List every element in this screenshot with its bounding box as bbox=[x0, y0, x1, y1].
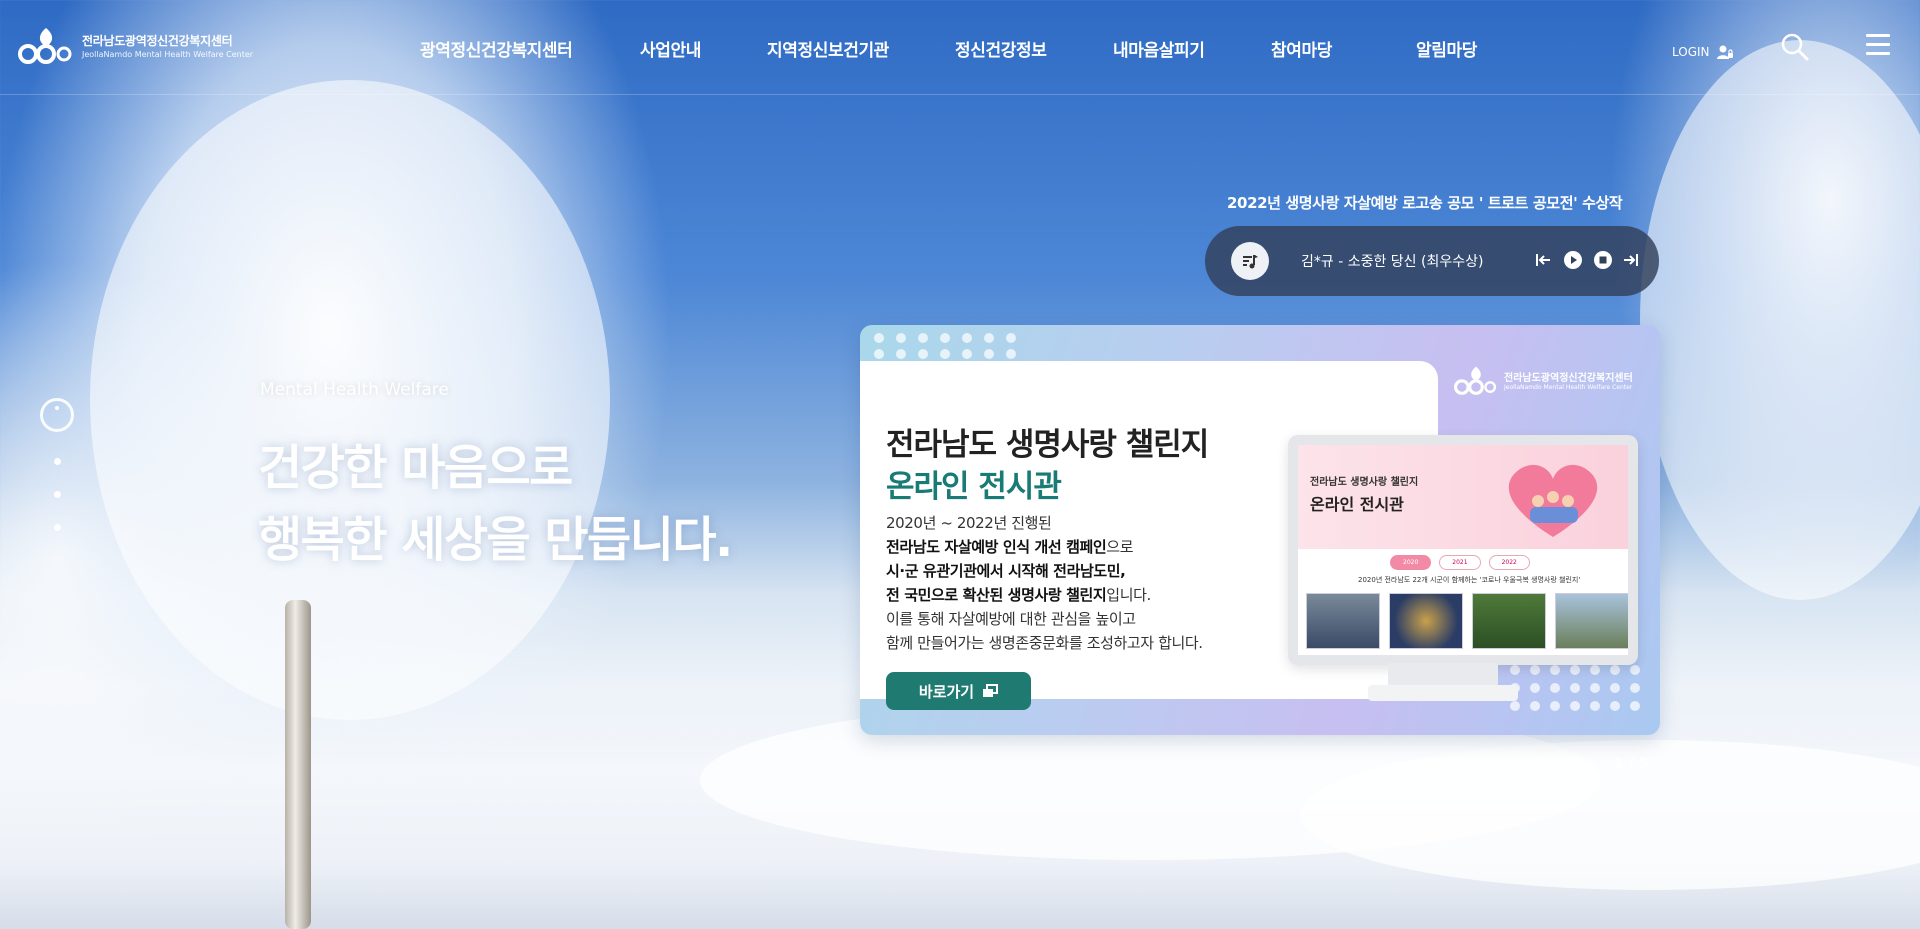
card-text-line: 시·군 유관기관에서 시작해 전라남도민, bbox=[886, 562, 1126, 580]
screen-photo-strip bbox=[1306, 593, 1628, 649]
nav-item-participation[interactable]: 참여마당 bbox=[1271, 36, 1332, 61]
slide-indicator-active[interactable] bbox=[40, 398, 74, 432]
card-logo: 전라남도광역정신건강복지센터 JeollaNamdo Mental Health… bbox=[1454, 363, 1633, 397]
player-song-title: 김*규 - 소중한 당신 (최우수상) bbox=[1301, 254, 1484, 270]
photo-thumbnail bbox=[1555, 593, 1628, 649]
logo-subtitle: JeollaNamdo Mental Health Welfare Center bbox=[82, 49, 254, 59]
card-text-line: 함께 만들어가는 생명존중문화를 조성하고자 합니다. bbox=[886, 634, 1203, 652]
birch-trunk bbox=[285, 600, 311, 929]
notice-headline[interactable]: 2022년 생명사랑 자살예방 로고송 공모 ' 트로트 공모전' 수상작 bbox=[1227, 192, 1623, 213]
screen-tab: 2021 bbox=[1439, 555, 1481, 570]
nav-item-mental-health-info[interactable]: 정신건강정보 bbox=[955, 36, 1047, 61]
screen-caption: 2020년 전라남도 22개 시군이 함께하는 '코로나 우울극복 생명사랑 챌… bbox=[1358, 576, 1581, 584]
nav-item-self-check[interactable]: 내마음살피기 bbox=[1113, 36, 1205, 61]
monitor-base bbox=[1368, 685, 1518, 701]
card-logo-title: 전라남도광역정신건강복지센터 bbox=[1504, 373, 1633, 384]
hero-slide-indicators bbox=[40, 398, 76, 531]
hero-title: 건강한 마음으로 행복한 세상을 만듭니다. bbox=[258, 432, 733, 576]
nav-item-center[interactable]: 광역정신건강복지센터 bbox=[420, 36, 573, 61]
card-logo-subtitle: JeollaNamdo Mental Health Welfare Center bbox=[1504, 384, 1633, 391]
screen-tab: 2020 bbox=[1390, 555, 1432, 570]
card-description: 2020년 ~ 2022년 진행된 전라남도 자살예방 인식 개선 캠페인으로 … bbox=[886, 511, 1203, 655]
photo-thumbnail bbox=[1306, 593, 1380, 649]
search-button[interactable] bbox=[1780, 32, 1810, 62]
screen-title: 온라인 전시관 bbox=[1310, 495, 1404, 514]
screen-tab: 2022 bbox=[1488, 555, 1530, 570]
login-label: LOGIN bbox=[1672, 45, 1710, 59]
photo-thumbnail bbox=[1389, 593, 1463, 649]
login-button[interactable]: LOGIN bbox=[1672, 44, 1734, 60]
nav-item-business[interactable]: 사업안내 bbox=[640, 36, 701, 61]
music-note-icon bbox=[1231, 242, 1269, 280]
hero-title-line2: 행복한 세상을 만듭니다. bbox=[258, 512, 733, 568]
card-text-line: 전 국민으로 확산된 생명사랑 챌린지입니다. bbox=[886, 586, 1151, 604]
card-text-line: 이를 통해 자살예방에 대한 관심을 높이고 bbox=[886, 610, 1136, 628]
card-title: 전라남도 생명사랑 챌린지 bbox=[886, 427, 1209, 463]
hero-title-line1: 건강한 마음으로 bbox=[258, 440, 573, 496]
slide-indicator[interactable] bbox=[54, 491, 61, 498]
site-logo[interactable]: 전라남도광역정신건강복지센터 JeollaNamdo Mental Health… bbox=[18, 24, 253, 66]
nav-item-notice[interactable]: 알림마당 bbox=[1416, 36, 1477, 61]
card-title-highlight: 온라인 전시관 bbox=[886, 469, 1062, 505]
promo-card: 전라남도광역정신건강복지센터 JeollaNamdo Mental Health… bbox=[860, 325, 1660, 735]
play-icon[interactable] bbox=[1563, 250, 1583, 270]
go-button[interactable]: 바로가기 bbox=[886, 672, 1031, 710]
screen-year-tabs: 2020 2021 2022 bbox=[1390, 555, 1530, 570]
hero-subtitle: Mental Health Welfare bbox=[260, 380, 449, 400]
card-text-line: 전라남도 자살예방 인식 개선 캠페인으로 bbox=[886, 538, 1134, 556]
slide-indicator[interactable] bbox=[54, 458, 61, 465]
search-icon bbox=[1781, 33, 1809, 61]
frosted-tree bbox=[90, 80, 610, 720]
hamburger-menu-icon[interactable] bbox=[1866, 34, 1890, 56]
card-text-line: 2020년 ~ 2022년 진행된 bbox=[886, 514, 1052, 532]
chevron-left-icon[interactable] bbox=[1530, 756, 1546, 774]
slide-counter: 1 / 5 bbox=[1614, 756, 1649, 772]
skip-previous-icon[interactable] bbox=[1533, 250, 1553, 270]
stop-icon[interactable] bbox=[1593, 250, 1613, 270]
chevron-right-icon[interactable] bbox=[1584, 756, 1600, 774]
frosted-tree bbox=[1640, 40, 1920, 600]
new-window-icon bbox=[983, 684, 999, 697]
nav-item-regional-agencies[interactable]: 지역정신보건기관 bbox=[767, 36, 889, 61]
monitor-preview-image: 전라남도 생명사랑 챌린지 온라인 전시관 2020 2021 2022 202… bbox=[1288, 435, 1638, 665]
logo-emblem-icon bbox=[18, 24, 74, 66]
audio-player: 김*규 - 소중한 당신 (최우수상) bbox=[1205, 226, 1659, 296]
skip-next-icon[interactable] bbox=[1621, 250, 1641, 270]
heart-illustration-icon bbox=[1508, 464, 1598, 537]
logo-emblem-icon bbox=[1454, 366, 1497, 395]
screen-title-small: 전라남도 생명사랑 챌린지 bbox=[1310, 477, 1419, 488]
site-header: 전라남도광역정신건강복지센터 JeollaNamdo Mental Health… bbox=[0, 0, 1920, 95]
go-button-label: 바로가기 bbox=[918, 682, 975, 701]
pause-stop-icon[interactable] bbox=[1556, 758, 1570, 772]
logo-title: 전라남도광역정신건강복지센터 bbox=[82, 33, 233, 48]
user-lock-icon bbox=[1716, 45, 1733, 59]
slide-indicator[interactable] bbox=[54, 524, 61, 531]
photo-thumbnail bbox=[1472, 593, 1546, 649]
